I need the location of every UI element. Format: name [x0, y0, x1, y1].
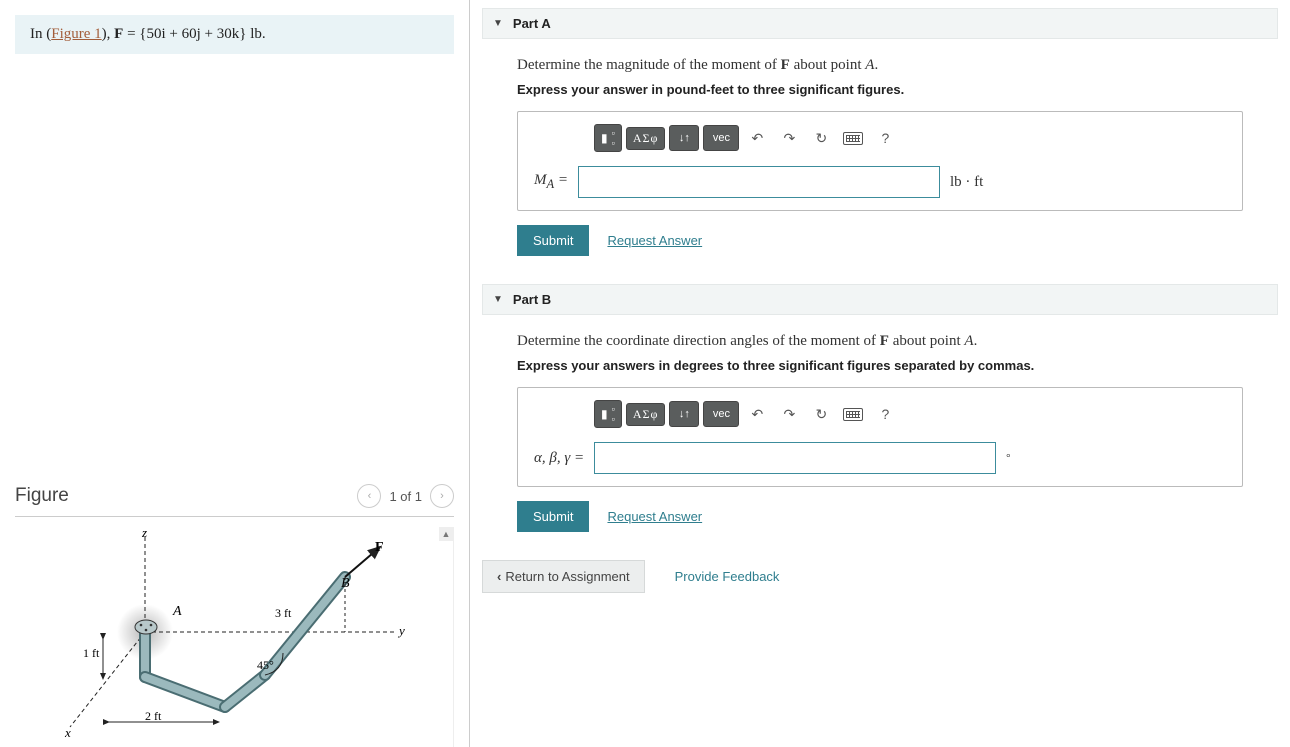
keyboard-button[interactable] — [839, 402, 867, 426]
part-a-desc: Determine the magnitude of the moment of… — [517, 57, 1243, 74]
keyboard-icon — [843, 132, 863, 145]
chevron-down-icon: ▼ — [493, 294, 503, 305]
force-symbol: F — [114, 26, 123, 42]
part-a-title: Part A — [513, 16, 551, 31]
part-b-request-answer-link[interactable]: Request Answer — [607, 509, 702, 524]
axis-z-label: z — [141, 527, 147, 540]
undo-button[interactable]: ↶ — [743, 126, 771, 150]
updown-button[interactable]: ↓↑ — [669, 125, 699, 151]
templates-button[interactable]: ▮▫▫ — [594, 400, 622, 428]
provide-feedback-link[interactable]: Provide Feedback — [675, 569, 780, 584]
part-b-submit-button[interactable]: Submit — [517, 501, 589, 532]
part-b: ▼ Part B Determine the coordinate direct… — [482, 284, 1278, 540]
greek-button[interactable]: ΑΣφ — [626, 403, 666, 426]
figure-next-button[interactable]: › — [430, 484, 454, 508]
part-a-request-answer-link[interactable]: Request Answer — [607, 233, 702, 248]
problem-text: ), — [102, 26, 115, 42]
redo-button[interactable]: ↷ — [775, 402, 803, 426]
force-expression: = {50i + 60j + 30k} lb. — [123, 26, 265, 42]
part-b-instr: Express your answers in degrees to three… — [517, 358, 1243, 373]
figure-link[interactable]: Figure 1 — [51, 26, 101, 42]
chevron-left-icon: ‹ — [497, 569, 501, 584]
part-b-desc: Determine the coordinate direction angle… — [517, 333, 1243, 350]
part-b-answer-input[interactable] — [594, 442, 996, 474]
vec-button[interactable]: vec — [703, 401, 739, 427]
part-b-variable: α, β, γ = — [534, 450, 584, 467]
templates-button[interactable]: ▮▫▫ — [594, 124, 622, 152]
vec-button[interactable]: vec — [703, 125, 739, 151]
help-button[interactable]: ? — [871, 126, 899, 150]
pager-label: 1 of 1 — [389, 489, 422, 504]
axis-y-label: y — [397, 623, 405, 638]
undo-button[interactable]: ↶ — [743, 402, 771, 426]
part-a-submit-button[interactable]: Submit — [517, 225, 589, 256]
part-b-units: ° — [1006, 452, 1010, 464]
equation-box-a: ▮▫▫ ΑΣφ ↓↑ vec ↶ ↷ ↻ ? MA = lb · ft — [517, 111, 1243, 211]
figure-prev-button[interactable]: ‹ — [357, 484, 381, 508]
force-label: F — [375, 540, 384, 555]
figure-canvas: ▲ z y x — [15, 527, 454, 747]
part-b-header[interactable]: ▼ Part B — [482, 284, 1278, 315]
part-a-units: lb · ft — [950, 174, 983, 191]
dim-3ft: 3 ft — [275, 606, 292, 620]
problem-text: In ( — [30, 26, 51, 42]
part-a-header[interactable]: ▼ Part A — [482, 8, 1278, 39]
chevron-down-icon: ▼ — [493, 18, 503, 29]
dim-1ft: 1 ft — [83, 646, 100, 660]
updown-button[interactable]: ↓↑ — [669, 401, 699, 427]
help-button[interactable]: ? — [871, 402, 899, 426]
part-a-variable: MA = — [534, 172, 568, 192]
keyboard-button[interactable] — [839, 126, 867, 150]
problem-statement: In (Figure 1), F = {50i + 60j + 30k} lb. — [15, 15, 454, 54]
part-a-instr: Express your answer in pound-feet to thr… — [517, 82, 1243, 97]
dim-2ft: 2 ft — [145, 709, 162, 723]
part-a: ▼ Part A Determine the magnitude of the … — [482, 8, 1278, 264]
keyboard-icon — [843, 408, 863, 421]
part-b-title: Part B — [513, 292, 551, 307]
dim-angle: 45° — [257, 658, 274, 672]
greek-button[interactable]: ΑΣφ — [626, 127, 666, 150]
redo-button[interactable]: ↷ — [775, 126, 803, 150]
point-a-label: A — [172, 604, 182, 619]
figure-title: Figure — [15, 485, 69, 507]
equation-box-b: ▮▫▫ ΑΣφ ↓↑ vec ↶ ↷ ↻ ? α, β, γ = ° — [517, 387, 1243, 487]
scroll-up-icon[interactable]: ▲ — [439, 527, 453, 541]
divider — [15, 516, 454, 517]
reset-button[interactable]: ↻ — [807, 126, 835, 150]
axis-x-label: x — [64, 725, 71, 737]
reset-button[interactable]: ↻ — [807, 402, 835, 426]
figure-pager: ‹ 1 of 1 › — [357, 484, 454, 508]
equation-toolbar: ▮▫▫ ΑΣφ ↓↑ vec ↶ ↷ ↻ ? — [534, 124, 1226, 152]
equation-toolbar: ▮▫▫ ΑΣφ ↓↑ vec ↶ ↷ ↻ ? — [534, 400, 1226, 428]
part-a-answer-input[interactable] — [578, 166, 940, 198]
return-to-assignment-button[interactable]: ‹Return to Assignment — [482, 560, 645, 593]
